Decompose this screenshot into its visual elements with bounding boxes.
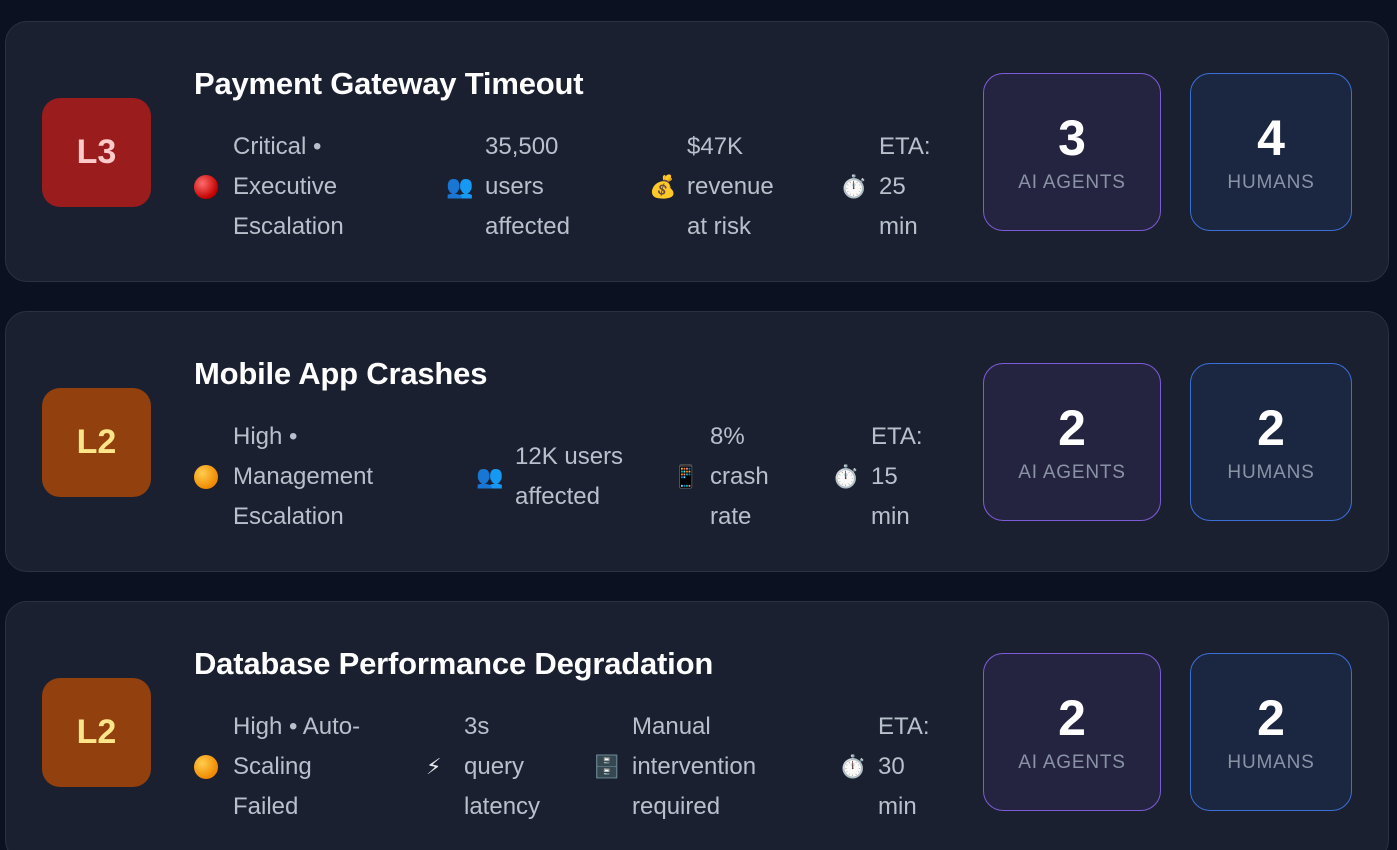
ai-agents-label: AI AGENTS bbox=[1018, 752, 1126, 773]
stopwatch-icon: ⏱️ bbox=[839, 754, 867, 779]
humans-count: 2 bbox=[1257, 400, 1285, 456]
metric-line: Manual bbox=[632, 713, 711, 740]
severity-meta: Critical • Executive Escalation bbox=[194, 127, 434, 247]
eta-line: 25 bbox=[879, 173, 906, 200]
severity-line: Escalation bbox=[233, 213, 344, 240]
metric-line: required bbox=[632, 793, 721, 820]
metric-line: 8% bbox=[710, 423, 745, 450]
humans-count: 2 bbox=[1257, 690, 1285, 746]
impact-line: latency bbox=[464, 793, 541, 820]
incident-card[interactable]: L2 Mobile App Crashes High • Management … bbox=[5, 311, 1389, 572]
impact-line: query bbox=[464, 753, 525, 780]
humans-counter[interactable]: 2 HUMANS bbox=[1190, 653, 1352, 811]
level-badge: L2 bbox=[42, 678, 151, 787]
ai-agents-counter[interactable]: 2 AI AGENTS bbox=[983, 653, 1161, 811]
metric-meta: 📱 8% crash rate bbox=[672, 417, 822, 537]
eta-meta: ⏱️ ETA: 15 min bbox=[832, 417, 952, 537]
eta-line: ETA: bbox=[871, 423, 923, 450]
humans-label: HUMANS bbox=[1227, 462, 1315, 483]
stopwatch-icon: ⏱️ bbox=[840, 174, 868, 199]
impact-line: 12K users bbox=[515, 443, 624, 470]
impact-line: 35,500 bbox=[485, 133, 559, 160]
lightning-icon: ⚡ bbox=[426, 754, 442, 779]
orange-circle-icon bbox=[194, 417, 218, 537]
severity-line: High • bbox=[233, 423, 298, 450]
eta-line: min bbox=[879, 213, 918, 240]
eta-line: ETA: bbox=[878, 713, 930, 740]
money-bag-icon: 💰 bbox=[649, 174, 677, 199]
metric-meta: 🗄️ Manual intervention required bbox=[593, 707, 803, 827]
impact-meta: 👥 12K users affected bbox=[476, 417, 656, 537]
metric-line: intervention bbox=[632, 753, 757, 780]
ai-agents-counter[interactable]: 3 AI AGENTS bbox=[983, 73, 1161, 231]
mobile-phone-icon: 📱 bbox=[672, 464, 700, 489]
impact-line: affected bbox=[515, 483, 600, 510]
metric-line: crash bbox=[710, 463, 769, 490]
incident-list: L3 Payment Gateway Timeout Critical • Ex… bbox=[0, 0, 1397, 850]
ai-agents-counter[interactable]: 2 AI AGENTS bbox=[983, 363, 1161, 521]
severity-line: Executive bbox=[233, 173, 338, 200]
metric-line: at risk bbox=[687, 213, 752, 240]
impact-line: affected bbox=[485, 213, 570, 240]
file-cabinet-icon: 🗄️ bbox=[593, 754, 621, 779]
ai-agents-count: 3 bbox=[1058, 110, 1086, 166]
red-circle-icon bbox=[194, 127, 218, 247]
orange-circle-icon bbox=[194, 707, 218, 827]
level-badge: L3 bbox=[42, 98, 151, 207]
incident-title: Payment Gateway Timeout bbox=[194, 66, 584, 101]
impact-meta: 👥 35,500 users affected bbox=[446, 127, 626, 247]
level-badge: L2 bbox=[42, 388, 151, 497]
users-icon: 👥 bbox=[476, 464, 504, 489]
eta-meta: ⏱️ ETA: 25 min bbox=[840, 127, 960, 247]
humans-count: 4 bbox=[1257, 110, 1285, 166]
metric-line: $47K bbox=[687, 133, 744, 160]
eta-line: 15 bbox=[871, 463, 898, 490]
incident-title: Database Performance Degradation bbox=[194, 646, 714, 681]
incident-title: Mobile App Crashes bbox=[194, 356, 488, 391]
humans-label: HUMANS bbox=[1227, 172, 1315, 193]
severity-line: High • Auto- bbox=[233, 713, 361, 740]
incident-card[interactable]: L3 Payment Gateway Timeout Critical • Ex… bbox=[5, 21, 1389, 282]
humans-label: HUMANS bbox=[1227, 752, 1315, 773]
impact-line: 3s bbox=[464, 713, 490, 740]
metric-line: revenue bbox=[687, 173, 774, 200]
incident-card[interactable]: L2 Database Performance Degradation High… bbox=[5, 601, 1389, 850]
severity-line: Escalation bbox=[233, 503, 344, 530]
ai-agents-count: 2 bbox=[1058, 400, 1086, 456]
impact-line: users bbox=[485, 173, 544, 200]
users-icon: 👥 bbox=[446, 174, 474, 199]
severity-line: Scaling bbox=[233, 753, 312, 780]
eta-line: 30 bbox=[878, 753, 905, 780]
humans-counter[interactable]: 4 HUMANS bbox=[1190, 73, 1352, 231]
humans-counter[interactable]: 2 HUMANS bbox=[1190, 363, 1352, 521]
eta-line: min bbox=[871, 503, 910, 530]
severity-meta: High • Auto- Scaling Failed bbox=[194, 707, 424, 827]
ai-agents-label: AI AGENTS bbox=[1018, 462, 1126, 483]
ai-agents-count: 2 bbox=[1058, 690, 1086, 746]
severity-meta: High • Management Escalation bbox=[194, 417, 464, 537]
eta-meta: ⏱️ ETA: 30 min bbox=[839, 707, 959, 827]
eta-line: min bbox=[878, 793, 917, 820]
severity-line: Failed bbox=[233, 793, 299, 820]
eta-line: ETA: bbox=[879, 133, 931, 160]
stopwatch-icon: ⏱️ bbox=[832, 464, 860, 489]
severity-line: Management bbox=[233, 463, 374, 490]
metric-meta: 💰 $47K revenue at risk bbox=[649, 127, 829, 247]
impact-meta: ⚡ 3s query latency bbox=[426, 707, 586, 827]
severity-line: Critical • bbox=[233, 133, 322, 160]
metric-line: rate bbox=[710, 503, 752, 530]
ai-agents-label: AI AGENTS bbox=[1018, 172, 1126, 193]
